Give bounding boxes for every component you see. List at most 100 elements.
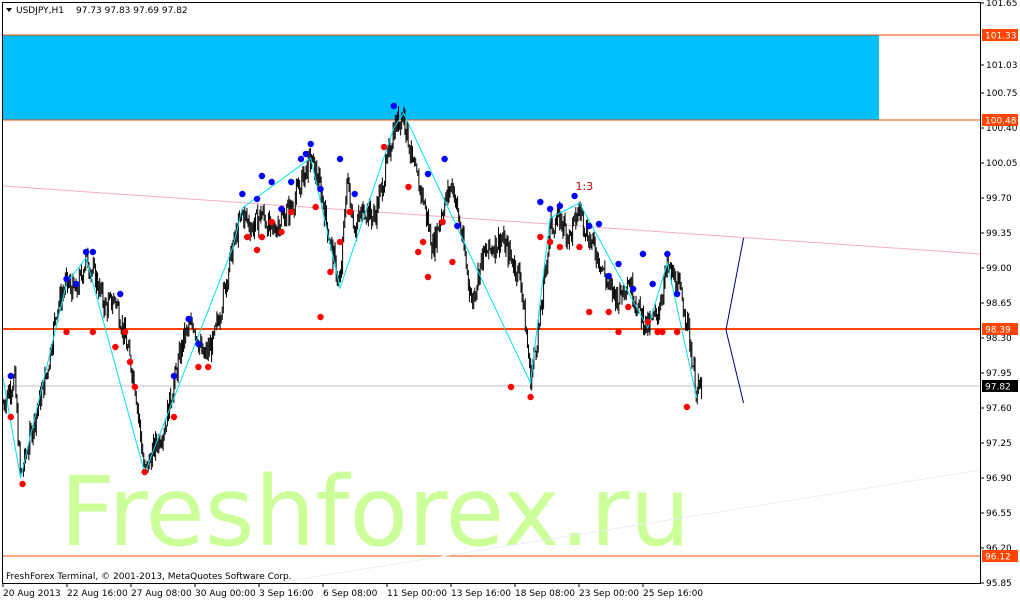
fractal-up-point[interactable]: [615, 260, 622, 268]
x-tick-label: 25 Sep 16:00: [643, 589, 703, 599]
fractal-up-point[interactable]: [253, 195, 261, 203]
fractal-up-point[interactable]: [546, 205, 554, 213]
fractal-down-point[interactable]: [195, 363, 202, 371]
fractal-up-point[interactable]: [297, 155, 305, 163]
fractal-down-point[interactable]: [204, 363, 212, 371]
fractal-up-point[interactable]: [673, 290, 681, 298]
fractal-down-point[interactable]: [556, 243, 564, 251]
fractal-down-point[interactable]: [419, 238, 427, 246]
fractal-up-point[interactable]: [73, 280, 80, 288]
price-tag-label: 100.48: [985, 117, 1017, 127]
fractal-down-point[interactable]: [346, 208, 354, 216]
fractal-down-point[interactable]: [546, 238, 554, 246]
x-tick-label: 13 Sep 16:00: [451, 589, 511, 599]
fractal-down-point[interactable]: [327, 268, 334, 276]
symbol-label: USDJPY,H1: [16, 6, 64, 16]
ratio-annotation: 1:3: [576, 180, 594, 193]
fractal-down-point[interactable]: [121, 328, 129, 336]
fractal-down-point[interactable]: [7, 413, 15, 421]
fractal-down-point[interactable]: [380, 143, 388, 151]
fractal-down-point[interactable]: [244, 233, 251, 241]
fractal-down-point[interactable]: [89, 328, 97, 336]
fractal-up-point[interactable]: [595, 220, 603, 228]
fractal-up-point[interactable]: [117, 290, 124, 298]
chart-canvas[interactable]: Freshforex.ru 1:3 101.65 101.03 100.75 100.…: [0, 0, 1020, 601]
fractal-up-point[interactable]: [195, 340, 202, 348]
fractal-down-point[interactable]: [673, 328, 681, 336]
fractal-up-point[interactable]: [556, 202, 564, 210]
fractal-up-point[interactable]: [288, 178, 295, 186]
fractal-up-point[interactable]: [537, 198, 544, 206]
fractal-down-point[interactable]: [288, 208, 295, 216]
fractal-down-point[interactable]: [605, 308, 612, 316]
fractal-down-point[interactable]: [63, 328, 70, 336]
x-tick-label: 20 Aug 2013: [3, 589, 61, 599]
fractal-down-point[interactable]: [439, 218, 446, 226]
fractal-up-point[interactable]: [185, 315, 192, 323]
fractal-up-point[interactable]: [390, 102, 397, 110]
fractal-down-point[interactable]: [659, 328, 666, 336]
fractal-down-point[interactable]: [336, 238, 344, 246]
fractal-down-point[interactable]: [141, 468, 148, 476]
fractal-up-point[interactable]: [639, 250, 647, 258]
fractal-up-point[interactable]: [7, 372, 15, 380]
fractal-down-point[interactable]: [615, 328, 622, 336]
fractal-down-point[interactable]: [424, 273, 432, 281]
fractal-down-point[interactable]: [170, 413, 178, 421]
fractal-up-point[interactable]: [268, 178, 275, 186]
fractal-down-point[interactable]: [537, 233, 544, 241]
fractal-down-point[interactable]: [258, 233, 266, 241]
y-tick-label: 101.65: [986, 0, 1018, 9]
fractal-down-point[interactable]: [644, 318, 652, 326]
fractal-down-point[interactable]: [527, 393, 534, 401]
fractal-up-point[interactable]: [239, 190, 246, 198]
chart-window[interactable]: Freshforex.ru 1:3 101.65 101.03 100.75 100.…: [0, 0, 1020, 601]
fractal-down-point[interactable]: [415, 248, 422, 256]
fractal-up-point[interactable]: [258, 172, 266, 180]
fractal-down-point[interactable]: [576, 243, 583, 251]
fractal-down-point[interactable]: [253, 246, 261, 254]
fractal-down-point[interactable]: [126, 358, 134, 366]
fractal-down-point[interactable]: [405, 183, 412, 191]
fractal-up-point[interactable]: [82, 248, 90, 256]
fractal-up-point[interactable]: [351, 190, 358, 198]
fractal-up-point[interactable]: [302, 150, 310, 158]
y-tick-label: 97.95: [986, 369, 1012, 379]
fractal-down-point[interactable]: [312, 203, 319, 211]
fractal-up-point[interactable]: [317, 185, 324, 193]
fractal-up-point[interactable]: [629, 285, 637, 293]
y-tick-label: 98.30: [986, 334, 1012, 344]
fractal-down-point[interactable]: [278, 228, 285, 236]
fractal-up-point[interactable]: [441, 155, 448, 163]
ohlc-values: 97.73 97.83 97.69 97.82: [76, 6, 188, 16]
fractal-up-point[interactable]: [571, 192, 578, 200]
fractal-down-point[interactable]: [586, 308, 593, 316]
fractal-up-point[interactable]: [586, 222, 593, 230]
fractal-up-point[interactable]: [307, 140, 314, 148]
fractal-down-point[interactable]: [683, 403, 691, 411]
fractal-down-point[interactable]: [19, 480, 26, 488]
y-tick-label: 98.65: [986, 299, 1012, 309]
x-tick-label: 27 Aug 08:00: [131, 589, 192, 599]
fractal-up-point[interactable]: [63, 275, 70, 283]
fractal-up-point[interactable]: [605, 272, 612, 280]
chart-header[interactable]: USDJPY,H1 97.73 97.83 97.69 97.82: [6, 6, 188, 16]
fractal-down-point[interactable]: [449, 258, 456, 266]
fractal-up-point[interactable]: [649, 280, 656, 288]
fractal-up-point[interactable]: [170, 372, 178, 380]
fractal-up-point[interactable]: [454, 222, 461, 230]
price-tag-label: 98.39: [985, 326, 1011, 336]
fractal-up-point[interactable]: [424, 170, 432, 178]
fractal-down-point[interactable]: [268, 218, 275, 226]
fractal-down-point[interactable]: [317, 313, 324, 321]
fractal-up-point[interactable]: [278, 205, 285, 213]
x-tick-label: 18 Sep 08:00: [515, 589, 575, 599]
resistance-zone[interactable]: [3, 35, 879, 120]
fractal-up-point[interactable]: [664, 250, 671, 258]
fractal-down-point[interactable]: [507, 383, 515, 391]
fractal-up-point[interactable]: [336, 155, 344, 163]
fractal-down-point[interactable]: [112, 343, 119, 351]
fractal-down-point[interactable]: [131, 383, 139, 391]
fractal-down-point[interactable]: [625, 303, 632, 311]
fractal-up-point[interactable]: [89, 248, 97, 256]
